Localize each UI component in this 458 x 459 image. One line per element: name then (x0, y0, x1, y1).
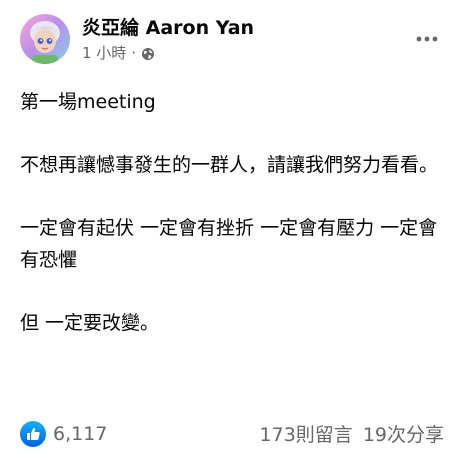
post-subline: 1 小時 · (82, 43, 254, 63)
reaction-count: 6,117 (53, 422, 108, 445)
post-body: 第一場meeting 不想再讓憾事發生的一群人，請讓我們努力看看。 一定會有起伏… (20, 86, 445, 339)
separator-dot: · (131, 43, 137, 62)
comments-count[interactable]: 173則留言 (260, 420, 353, 447)
post-paragraph: 但 一定要改變。 (20, 312, 160, 334)
like-icon (20, 420, 46, 447)
more-horizontal-icon (416, 36, 438, 42)
post-paragraph: 第一場meeting (20, 91, 156, 113)
more-options-button[interactable] (414, 26, 440, 52)
shares-count[interactable]: 19次分享 (363, 420, 444, 447)
avatar[interactable] (20, 14, 70, 64)
post-meta: 炎亞綸 Aaron Yan 1 小時 · (82, 16, 254, 63)
engagement-stats: 173則留言 19次分享 (260, 420, 444, 447)
post-card: 炎亞綸 Aaron Yan 1 小時 · 第一場meeting 不想再讓憾事發生… (0, 0, 458, 459)
reactions-summary[interactable]: 6,117 (20, 420, 108, 447)
post-timestamp[interactable]: 1 小時 (82, 43, 126, 63)
globe-icon (141, 46, 155, 60)
post-paragraph: 不想再讓憾事發生的一群人，請讓我們努力看看。 (20, 154, 439, 176)
post-header: 炎亞綸 Aaron Yan 1 小時 · (20, 14, 254, 64)
post-footer: 6,117 173則留言 19次分享 (20, 420, 444, 447)
post-paragraph: 一定會有起伏 一定會有挫折 一定會有壓力 一定會有恐懼 (20, 217, 438, 271)
author-name[interactable]: 炎亞綸 Aaron Yan (82, 16, 254, 40)
